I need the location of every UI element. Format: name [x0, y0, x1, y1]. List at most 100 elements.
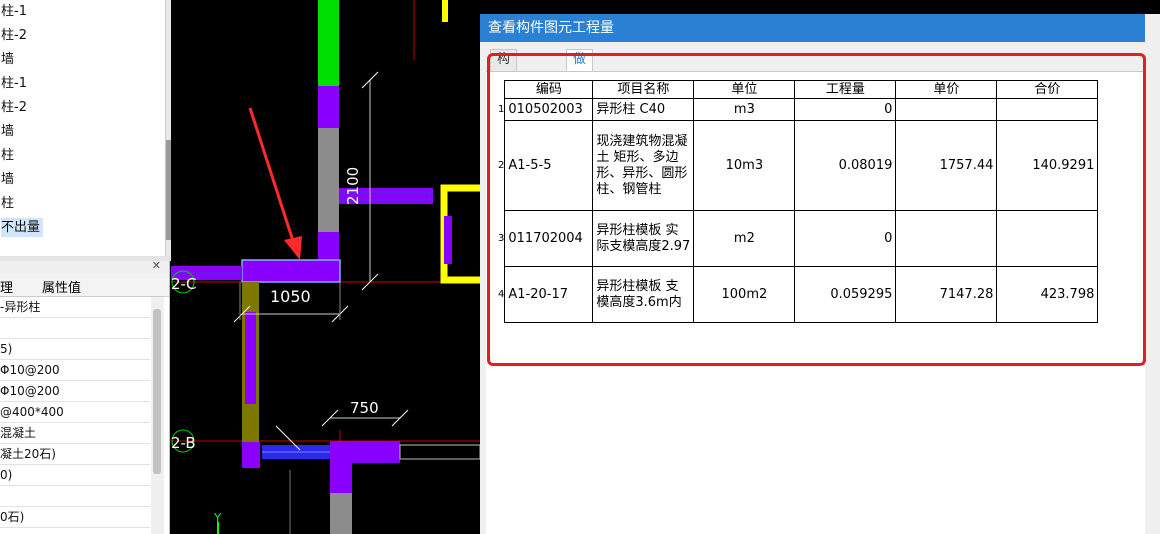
table-row[interactable]: 2 A1-5-5 现浇建筑物混凝土 矩形、多边形、异形、圆形柱、钢管柱 10m3 0.0… — [498, 120, 1099, 211]
property-row[interactable]: Φ10@200 — [0, 381, 150, 402]
cell-unit-price: 1757.44 — [895, 120, 998, 211]
component-tree: 柱-1 柱-2 墙柱-1 柱-2 墙柱墙柱不出量 — [0, 0, 166, 256]
tree-item-label: 墙 — [1, 124, 15, 139]
property-row[interactable]: 5) — [0, 339, 150, 360]
quantity-dialog: 查看构件图元工程量 构件工程量 做法工程量 编码 项目名称 单位 工程量 单价 … — [480, 14, 1160, 534]
cell-unit-price: 7147.28 — [895, 266, 998, 323]
property-row[interactable]: @400*400 — [0, 402, 150, 423]
property-row[interactable]: 0石) — [0, 507, 150, 528]
cell-item-name: 异形柱模板 实际支模高度2.97 — [592, 210, 695, 267]
header-item-name: 项目名称 — [592, 80, 695, 99]
cell-item-name: 异形柱 C40 — [592, 98, 695, 121]
tree-item[interactable]: 墙 — [0, 120, 165, 144]
tree-item[interactable]: 柱-1 — [0, 72, 165, 96]
property-scrollbar[interactable] — [151, 297, 164, 534]
column-purple-top — [318, 86, 339, 128]
header-code: 编码 — [504, 80, 594, 99]
quantity-table: 编码 项目名称 单位 工程量 单价 合价 1 010502003 异形柱 C40 m3… — [498, 80, 1099, 323]
cell-quantity: 0.08019 — [794, 120, 897, 211]
cell-total-price — [996, 98, 1099, 121]
property-rows: -异形柱 5) Φ10@200 Φ10@200 @400*400 混凝土 凝土20石) 0) 0… — [0, 297, 169, 528]
close-icon[interactable]: ✕ — [152, 261, 161, 272]
property-name-header: 理 — [0, 281, 14, 296]
tree-item[interactable]: 柱 — [0, 144, 165, 168]
beam-yellow-top — [442, 0, 448, 22]
tree-item-label: 柱-2 — [1, 28, 27, 43]
tab-component-quantity[interactable]: 构件工程量 — [490, 49, 518, 147]
tree-item-label: 墙 — [1, 52, 15, 67]
header-unit: 单位 — [693, 80, 796, 99]
header-total-price: 合价 — [996, 80, 1099, 99]
tree-item[interactable]: 不出量 — [0, 216, 165, 240]
column-purple-mid — [318, 232, 339, 260]
tab-method-quantity[interactable]: 做法工程量 — [566, 49, 594, 147]
cell-total-price: 140.9291 — [996, 120, 1099, 211]
tree-item[interactable]: 柱-2 — [0, 24, 165, 48]
column-purple-bottom-leg — [330, 463, 352, 493]
tree-item[interactable]: 柱-1 — [0, 0, 165, 24]
cell-item-name: 异形柱模板 支模高度3.6m内 — [592, 266, 695, 323]
property-row[interactable]: Φ10@200 — [0, 360, 150, 381]
tree-item-label: 柱-1 — [1, 76, 27, 91]
header-quantity: 工程量 — [794, 80, 897, 99]
property-scrollbar-thumb[interactable] — [153, 309, 161, 474]
cell-code: 011702004 — [504, 210, 594, 267]
cad-drawing-canvas[interactable]: 2100 1050 750 2-C 2-B Y — [171, 0, 480, 534]
dialog-edge — [1145, 14, 1160, 534]
cell-quantity: 0.059295 — [794, 266, 897, 323]
property-panel: ✕ 理 属性值 -异形柱 5) Φ10@200 Φ10@200 @400*400 混凝土凝… — [0, 261, 170, 534]
property-row[interactable]: -异形柱 — [0, 297, 150, 318]
cell-quantity: 0 — [794, 98, 897, 121]
cell-unit: 100m2 — [693, 266, 796, 323]
tree-item-label: 柱-1 — [1, 4, 27, 19]
tree-item-label: 墙 — [1, 172, 15, 187]
tree-item-label: 柱 — [1, 196, 15, 211]
cell-code: A1-20-17 — [504, 266, 594, 323]
tree-item[interactable]: 墙 — [0, 168, 165, 192]
property-header: 理 属性值 — [0, 273, 169, 297]
column-gray-bottom — [330, 493, 352, 534]
axis-label-2b: 2-B — [171, 434, 196, 452]
tree-item[interactable]: 墙 — [0, 48, 165, 72]
dimension-label-750: 750 — [350, 399, 379, 417]
row-index: 2 — [498, 120, 506, 211]
column-purple-bottom — [330, 441, 400, 463]
column-gray — [318, 128, 339, 232]
cell-total-price — [996, 210, 1099, 267]
axis-label-2c: 2-C — [171, 275, 196, 293]
row-index: 3 — [498, 210, 506, 267]
tree-item[interactable]: 柱-2 — [0, 96, 165, 120]
table-row[interactable]: 4 A1-20-17 异形柱模板 支模高度3.6m内 100m2 0.059295 714… — [498, 266, 1099, 323]
cell-unit-price — [895, 98, 998, 121]
tree-item[interactable]: 柱 — [0, 192, 165, 216]
column-purple-vertical — [245, 312, 256, 404]
cell-unit-price — [895, 210, 998, 267]
cell-item-name: 现浇建筑物混凝土 矩形、多边形、异形、圆形柱、钢管柱 — [592, 120, 695, 211]
property-row[interactable]: 0) — [0, 465, 150, 486]
table-row[interactable]: 3 011702004 异形柱模板 实际支模高度2.97 m2 0 — [498, 210, 1099, 267]
cell-code: A1-5-5 — [504, 120, 594, 211]
cell-unit: m2 — [693, 210, 796, 267]
tree-item-label: 柱 — [1, 148, 15, 163]
property-panel-titlebar: ✕ — [0, 261, 169, 273]
cell-total-price: 423.798 — [996, 266, 1099, 323]
row-index: 1 — [498, 98, 506, 121]
property-row[interactable]: 混凝土 — [0, 423, 150, 444]
property-value-header: 属性值 — [42, 281, 82, 296]
dialog-title: 查看构件图元工程量 — [480, 14, 1160, 42]
table-header-row: 编码 项目名称 单位 工程量 单价 合价 — [498, 80, 1099, 99]
cell-code: 010502003 — [504, 98, 594, 121]
property-row[interactable] — [0, 318, 150, 339]
header-unit-price: 单价 — [895, 80, 998, 99]
column-green — [318, 0, 339, 86]
row-index: 4 — [498, 266, 506, 323]
cell-unit: 10m3 — [693, 120, 796, 211]
y-axis-label: Y — [213, 511, 222, 525]
table-row[interactable]: 1 010502003 异形柱 C40 m3 0 — [498, 98, 1099, 121]
property-row[interactable] — [0, 486, 150, 507]
cell-quantity: 0 — [794, 210, 897, 267]
selected-column — [241, 259, 341, 283]
property-row[interactable]: 凝土20石) — [0, 444, 150, 465]
tree-item-label: 柱-2 — [1, 100, 27, 115]
tree-item-label: 不出量 — [1, 218, 44, 237]
